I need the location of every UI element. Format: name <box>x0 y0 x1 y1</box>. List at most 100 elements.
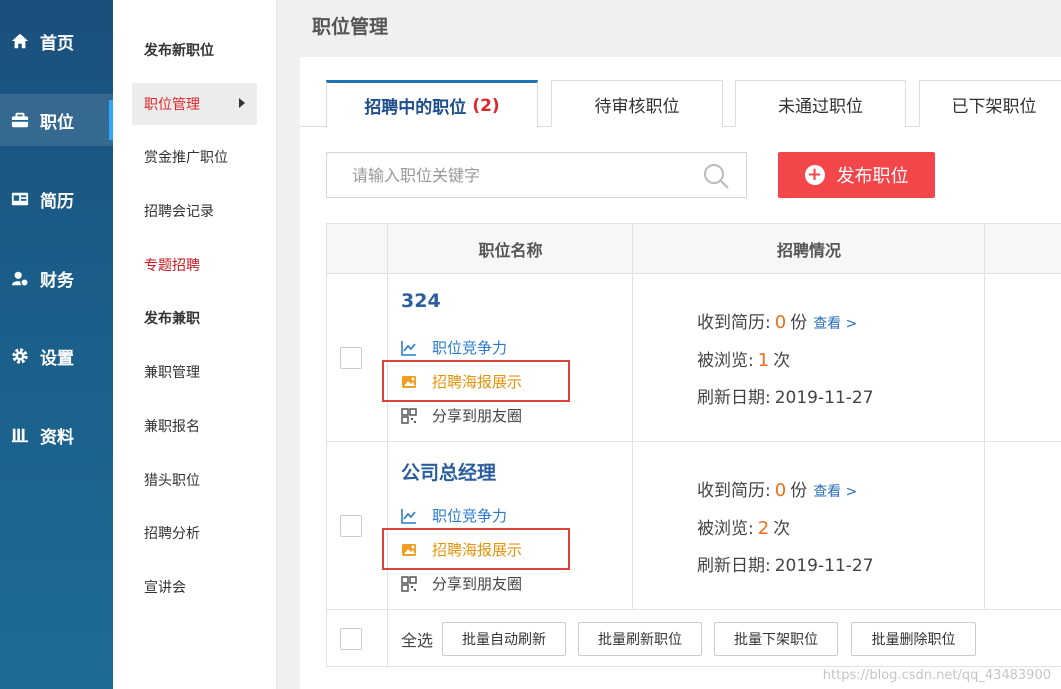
submenu-item-special-recruitment[interactable]: 专题招聘 <box>132 244 257 286</box>
batch-offline-button[interactable]: 批量下架职位 <box>714 622 838 656</box>
table-header: 职位名称 招聘情况 <box>327 224 1061 274</box>
views-count: 1 <box>757 350 770 371</box>
table-row: 公司总经理 职位竞争力 招聘海报展示 分享到朋友圈 收到简历: 0 份 查看 > <box>327 442 1061 610</box>
recruitment-poster-link[interactable]: 招聘海报展示 <box>401 539 522 560</box>
received-count: 0 <box>774 480 787 501</box>
submenu-label: 招聘会记录 <box>144 204 214 220</box>
row-checkbox[interactable] <box>340 515 362 537</box>
tab-pending-review[interactable]: 待审核职位 <box>551 80 723 127</box>
submenu-label: 招聘分析 <box>144 526 200 542</box>
link-label: 招聘海报展示 <box>432 373 523 391</box>
trend-chart-icon <box>401 340 416 356</box>
view-resumes-link[interactable]: 查看 > <box>813 481 857 501</box>
job-submenu: 发布新职位 职位管理 赏金推广职位 招聘会记录 专题招聘 发布兼职 兼职管理 兼… <box>113 0 277 689</box>
home-icon <box>10 31 30 51</box>
view-count: 被浏览: 1 次 <box>697 346 790 371</box>
recruitment-poster-link[interactable]: 招聘海报展示 <box>401 371 522 392</box>
select-all-checkbox[interactable] <box>340 628 362 650</box>
refresh-date: 刷新日期: 2019-11-27 <box>697 551 874 576</box>
page-title: 职位管理 <box>312 16 389 38</box>
submenu-item-publish-parttime[interactable]: 发布兼职 <box>132 297 257 339</box>
share-moments-link[interactable]: 分享到朋友圈 <box>401 573 522 594</box>
tab-count: (2) <box>472 95 500 116</box>
stat-label: 收到简历: <box>697 313 771 333</box>
job-competitiveness-link[interactable]: 职位竞争力 <box>401 337 507 358</box>
submenu-item-bounty-jobs[interactable]: 赏金推广职位 <box>132 136 257 178</box>
stat-label: 被浏览: <box>697 519 754 539</box>
nav-label: 首页 <box>40 33 74 54</box>
tab-label: 未通过职位 <box>778 96 863 117</box>
nav-item-finance[interactable]: 财务 <box>0 252 113 304</box>
submenu-label: 赏金推广职位 <box>144 150 228 166</box>
link-label: 分享到朋友圈 <box>432 575 523 593</box>
submenu-item-parttime-management[interactable]: 兼职管理 <box>132 351 257 393</box>
nav-item-settings[interactable]: 设置 <box>0 330 113 382</box>
row-checkbox[interactable] <box>340 347 362 369</box>
nav-item-resume[interactable]: 简历 <box>0 173 113 225</box>
nav-item-materials[interactable]: 资料 <box>0 409 113 461</box>
link-label: 职位竞争力 <box>432 507 508 525</box>
views-count: 2 <box>757 518 770 539</box>
tab-active-jobs[interactable]: 招聘中的职位 (2) <box>326 80 538 128</box>
tab-label: 招聘中的职位 <box>364 98 467 118</box>
batch-auto-refresh-button[interactable]: 批量自动刷新 <box>442 622 566 656</box>
nav-item-home[interactable]: 首页 <box>0 15 113 67</box>
submenu-item-headhunter-jobs[interactable]: 猎头职位 <box>132 459 257 501</box>
submenu-item-parttime-signup[interactable]: 兼职报名 <box>132 405 257 447</box>
qrcode-icon <box>401 407 417 424</box>
stat-unit: 次 <box>773 351 791 371</box>
link-label: 分享到朋友圈 <box>432 407 523 425</box>
column-header-job-name: 职位名称 <box>478 241 543 260</box>
trend-chart-icon <box>401 508 416 524</box>
tab-offline[interactable]: 已下架职位 <box>919 80 1061 127</box>
publish-job-button[interactable]: + 发布职位 <box>778 152 935 198</box>
tab-label: 待审核职位 <box>594 96 680 117</box>
search-icon[interactable] <box>702 162 730 190</box>
job-competitiveness-link[interactable]: 职位竞争力 <box>401 505 507 526</box>
submenu-label: 专题招聘 <box>144 258 200 274</box>
submenu-label: 发布兼职 <box>144 311 200 327</box>
caret-right-icon <box>239 98 245 108</box>
qrcode-icon <box>401 575 417 592</box>
finance-icon <box>10 268 30 288</box>
search-input[interactable] <box>327 153 697 197</box>
submenu-label: 兼职管理 <box>144 365 200 381</box>
job-status-tabs: 招聘中的职位 (2) 待审核职位 未通过职位 已下架职位 <box>300 80 1061 128</box>
gear-icon <box>10 346 30 366</box>
job-title-link[interactable]: 公司总经理 <box>401 458 496 485</box>
submenu-label: 职位管理 <box>144 97 200 113</box>
submenu-item-job-fair-records[interactable]: 招聘会记录 <box>132 190 257 232</box>
view-resumes-link[interactable]: 查看 > <box>813 313 857 333</box>
nav-label: 财务 <box>40 270 74 291</box>
tab-rejected[interactable]: 未通过职位 <box>735 80 906 127</box>
submenu-item-publish-job[interactable]: 发布新职位 <box>132 29 257 71</box>
stat-label: 刷新日期: <box>697 556 771 576</box>
nav-label: 设置 <box>40 348 74 369</box>
nav-item-jobs[interactable]: 职位 <box>0 94 113 146</box>
refresh-date-value: 2019-11-27 <box>774 388 874 408</box>
submenu-item-seminar[interactable]: 宣讲会 <box>132 566 257 608</box>
briefcase-icon <box>10 110 30 130</box>
share-moments-link[interactable]: 分享到朋友圈 <box>401 405 522 426</box>
stat-unit: 次 <box>773 519 791 539</box>
nav-label: 简历 <box>40 191 74 212</box>
id-card-icon <box>10 189 30 209</box>
publish-button-label: 发布职位 <box>836 166 909 187</box>
stat-unit: 份 <box>790 313 808 333</box>
column-header-status: 招聘情况 <box>776 241 841 260</box>
submenu-label: 猎头职位 <box>144 473 200 489</box>
batch-delete-button[interactable]: 批量删除职位 <box>851 622 976 656</box>
stat-label: 收到简历: <box>697 481 771 501</box>
job-search-box <box>326 152 747 198</box>
select-all-label[interactable]: 全选 <box>401 627 433 651</box>
jobs-table: 职位名称 招聘情况 324 职位竞争力 招聘海报展示 分享到朋友圈 收到简历: … <box>326 223 1061 668</box>
job-title-link[interactable]: 324 <box>401 290 441 312</box>
plus-circle-icon: + <box>804 165 825 185</box>
batch-refresh-button[interactable]: 批量刷新职位 <box>578 622 702 656</box>
submenu-item-recruitment-analysis[interactable]: 招聘分析 <box>132 512 257 554</box>
main-nav: 首页 职位 简历 财务 设置 资料 <box>0 0 113 689</box>
nav-label: 职位 <box>40 112 74 133</box>
received-resumes: 收到简历: 0 份 查看 > <box>697 476 857 501</box>
books-icon <box>10 425 30 445</box>
submenu-item-job-management[interactable]: 职位管理 <box>132 83 257 125</box>
